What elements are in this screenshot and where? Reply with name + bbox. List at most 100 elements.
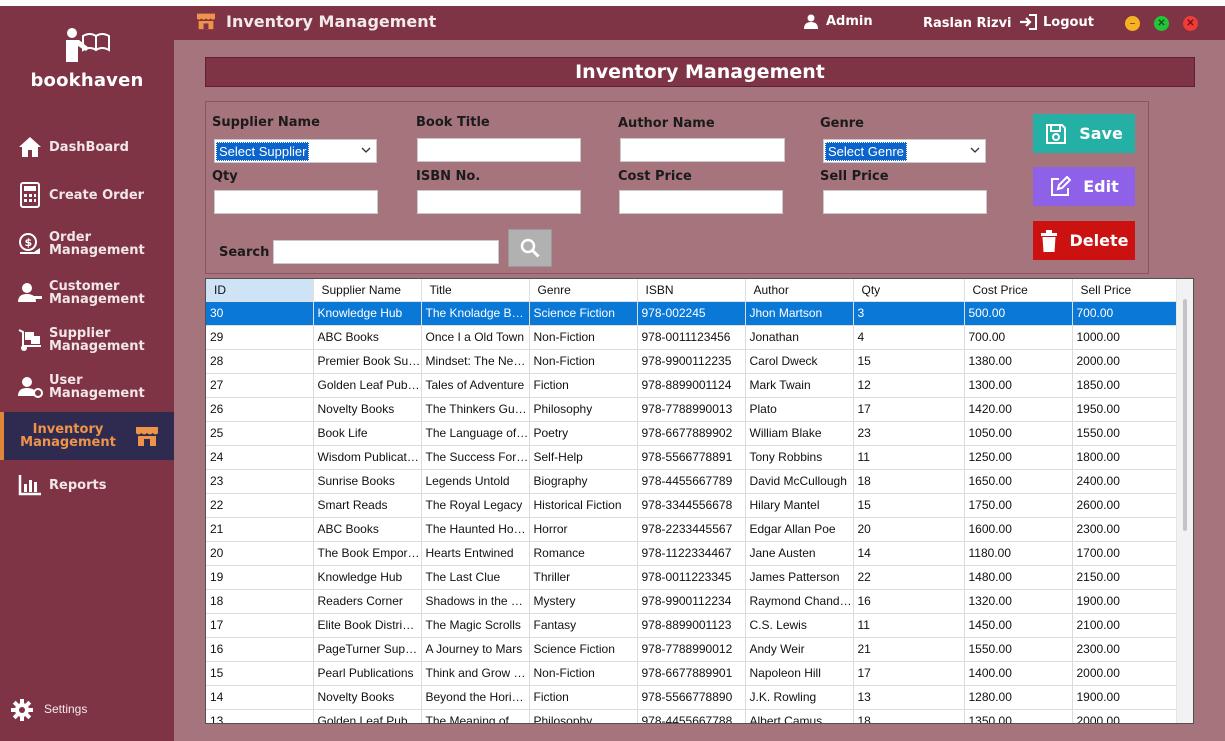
isbn-input[interactable] bbox=[417, 190, 581, 214]
sell-price-input[interactable] bbox=[823, 190, 987, 214]
search-input[interactable] bbox=[273, 240, 499, 264]
table-cell[interactable]: Readers Corner bbox=[313, 589, 422, 614]
column-header[interactable]: Title bbox=[421, 279, 530, 302]
table-row[interactable]: 30 Knowledge Hub The Knoladge Book Science … bbox=[206, 301, 1177, 326]
table-cell[interactable]: Tony Robbins bbox=[745, 445, 854, 470]
table-row[interactable]: 20 The Book Emporiu... Hearts Entwined Roma… bbox=[206, 541, 1177, 566]
table-cell[interactable]: 700.00 bbox=[964, 325, 1073, 350]
sidebar-item-user-management[interactable]: User Management bbox=[0, 365, 174, 409]
table-cell[interactable]: 1600.00 bbox=[964, 517, 1073, 542]
table-row[interactable]: 29 ABC Books Once I a Old Town Non-Fiction 9… bbox=[206, 325, 1177, 350]
table-cell[interactable]: 1420.00 bbox=[964, 397, 1073, 422]
inventory-table[interactable]: ID Supplier Name Title Genre ISBN Author Qty Co… bbox=[205, 278, 1194, 724]
table-cell[interactable]: Knowledge Hub bbox=[313, 565, 422, 590]
table-cell[interactable]: 1250.00 bbox=[964, 445, 1073, 470]
table-cell[interactable]: 1320.00 bbox=[964, 589, 1073, 614]
table-cell[interactable]: 2000.00 bbox=[1072, 349, 1177, 374]
table-cell[interactable]: 16 bbox=[853, 589, 965, 614]
table-cell[interactable]: Tales of Adventure bbox=[421, 373, 530, 398]
table-cell[interactable]: Non-Fiction bbox=[529, 325, 638, 350]
table-cell[interactable]: Novelty Books bbox=[313, 397, 422, 422]
table-cell[interactable]: 978-6677889901 bbox=[637, 661, 746, 686]
table-cell[interactable]: Non-Fiction bbox=[529, 349, 638, 374]
table-cell[interactable]: 3 bbox=[853, 301, 965, 326]
table-cell[interactable]: Andy Weir bbox=[745, 637, 854, 662]
table-row[interactable]: 16 PageTurner Suppli... A Journey to Mars S… bbox=[206, 637, 1177, 662]
table-cell[interactable]: Horror bbox=[529, 517, 638, 542]
table-row[interactable]: 21 ABC Books The Haunted House Horror 978-22… bbox=[206, 517, 1177, 542]
table-cell[interactable]: 20 bbox=[206, 541, 314, 566]
table-cell[interactable]: Romance bbox=[529, 541, 638, 566]
minimize-button[interactable]: – bbox=[1125, 16, 1140, 31]
table-cell[interactable]: 22 bbox=[206, 493, 314, 518]
table-cell[interactable]: 23 bbox=[853, 421, 965, 446]
table-cell[interactable]: 1380.00 bbox=[964, 349, 1073, 374]
table-cell[interactable]: 978-0011123456 bbox=[637, 325, 746, 350]
column-header[interactable]: Supplier Name bbox=[313, 279, 422, 302]
table-cell[interactable]: 11 bbox=[853, 445, 965, 470]
table-cell[interactable]: Pearl Publications bbox=[313, 661, 422, 686]
table-cell[interactable]: 700.00 bbox=[1072, 301, 1177, 326]
settings-button[interactable]: Settings bbox=[10, 699, 87, 721]
table-cell[interactable]: The Success Form... bbox=[421, 445, 530, 470]
table-cell[interactable]: 15 bbox=[206, 661, 314, 686]
table-cell[interactable]: 500.00 bbox=[964, 301, 1073, 326]
table-cell[interactable]: 1950.00 bbox=[1072, 397, 1177, 422]
edit-button[interactable]: Edit bbox=[1033, 167, 1135, 206]
save-button[interactable]: Save bbox=[1033, 114, 1135, 153]
table-cell[interactable]: ABC Books bbox=[313, 517, 422, 542]
table-cell[interactable]: Jonathan bbox=[745, 325, 854, 350]
table-cell[interactable]: 1650.00 bbox=[964, 469, 1073, 494]
table-cell[interactable]: The Knoladge Book bbox=[421, 301, 530, 326]
maximize-button[interactable]: ✕ bbox=[1154, 16, 1169, 31]
table-cell[interactable]: Elite Book Distribut... bbox=[313, 613, 422, 638]
table-cell[interactable]: 978-9900112234 bbox=[637, 589, 746, 614]
table-cell[interactable]: Science Fiction bbox=[529, 637, 638, 662]
table-cell[interactable]: 2300.00 bbox=[1072, 517, 1177, 542]
table-cell[interactable]: Golden Leaf Public... bbox=[313, 709, 422, 723]
table-cell[interactable]: Novelty Books bbox=[313, 685, 422, 710]
table-cell[interactable]: Thriller bbox=[529, 565, 638, 590]
sidebar-item-dashboard[interactable]: DashBoard bbox=[0, 125, 174, 169]
table-cell[interactable]: 1900.00 bbox=[1072, 589, 1177, 614]
table-cell[interactable]: The Royal Legacy bbox=[421, 493, 530, 518]
column-header[interactable]: Cost Price bbox=[964, 279, 1073, 302]
table-cell[interactable]: Smart Reads bbox=[313, 493, 422, 518]
table-cell[interactable]: 13 bbox=[853, 685, 965, 710]
table-cell[interactable]: The Last Clue bbox=[421, 565, 530, 590]
table-cell[interactable]: David McCullough bbox=[745, 469, 854, 494]
table-cell[interactable]: 18 bbox=[853, 469, 965, 494]
table-cell[interactable]: Self-Help bbox=[529, 445, 638, 470]
table-cell[interactable]: Legends Untold bbox=[421, 469, 530, 494]
table-cell[interactable]: 2000.00 bbox=[1072, 661, 1177, 686]
table-cell[interactable]: 2000.00 bbox=[1072, 709, 1177, 723]
table-cell[interactable]: 1280.00 bbox=[964, 685, 1073, 710]
table-cell[interactable]: 1800.00 bbox=[1072, 445, 1177, 470]
table-cell[interactable]: Edgar Allan Poe bbox=[745, 517, 854, 542]
table-cell[interactable]: Once I a Old Town bbox=[421, 325, 530, 350]
table-cell[interactable]: C.S. Lewis bbox=[745, 613, 854, 638]
table-cell[interactable]: Fiction bbox=[529, 373, 638, 398]
table-cell[interactable]: 1850.00 bbox=[1072, 373, 1177, 398]
table-cell[interactable]: 2600.00 bbox=[1072, 493, 1177, 518]
sidebar-item-customer-management[interactable]: Customer Management bbox=[0, 271, 174, 315]
table-cell[interactable]: Fantasy bbox=[529, 613, 638, 638]
table-row[interactable]: 27 Golden Leaf Public... Tales of Adventur… bbox=[206, 373, 1177, 398]
table-cell[interactable]: ABC Books bbox=[313, 325, 422, 350]
table-row[interactable]: 15 Pearl Publications Think and Grow Ri...… bbox=[206, 661, 1177, 686]
table-cell[interactable]: 1700.00 bbox=[1072, 541, 1177, 566]
table-cell[interactable]: 30 bbox=[206, 301, 314, 326]
table-cell[interactable]: 978-9900112235 bbox=[637, 349, 746, 374]
vertical-scrollbar[interactable] bbox=[1176, 279, 1193, 723]
table-cell[interactable]: 1550.00 bbox=[964, 637, 1073, 662]
table-cell[interactable]: Premier Book Supp... bbox=[313, 349, 422, 374]
table-cell[interactable]: 13 bbox=[206, 709, 314, 723]
table-cell[interactable]: 16 bbox=[206, 637, 314, 662]
table-cell[interactable]: 2400.00 bbox=[1072, 469, 1177, 494]
table-cell[interactable]: Albert Camus bbox=[745, 709, 854, 723]
supplier-select[interactable]: Select Supplier bbox=[214, 139, 377, 163]
table-cell[interactable]: 2100.00 bbox=[1072, 613, 1177, 638]
logout-button[interactable]: Logout bbox=[1019, 14, 1094, 30]
genre-select[interactable]: Select Genre bbox=[823, 139, 986, 163]
table-cell[interactable]: 15 bbox=[853, 349, 965, 374]
